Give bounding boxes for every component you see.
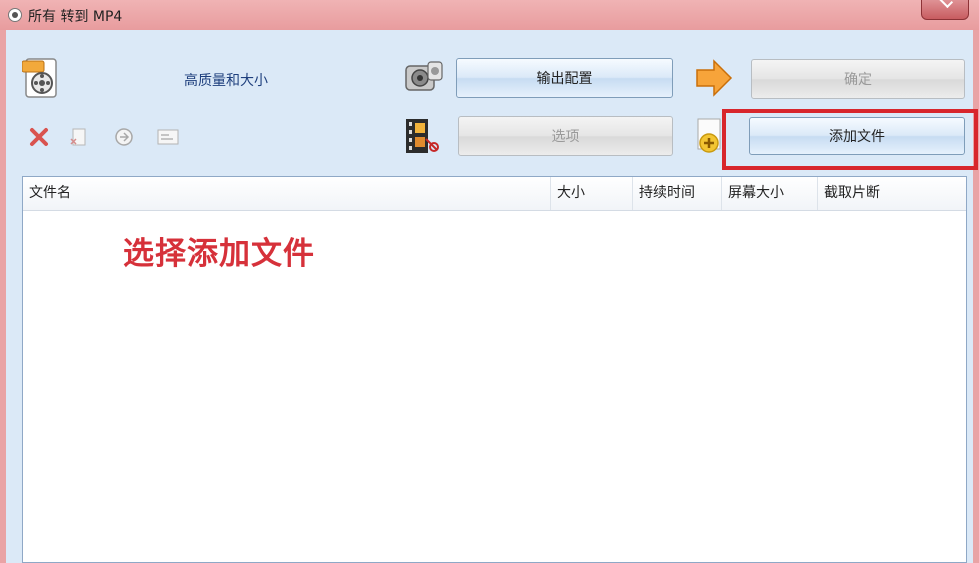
ok-button[interactable]: 确定 bbox=[751, 59, 965, 99]
profile-label[interactable]: 高质量和大小 bbox=[184, 70, 268, 90]
table-header: 文件名 大小 持续时间 屏幕大小 截取片断 bbox=[23, 177, 966, 211]
add-file-highlight bbox=[722, 109, 978, 170]
instruction-annotation: 选择添加文件 bbox=[123, 236, 315, 272]
column-header-duration[interactable]: 持续时间 bbox=[633, 177, 722, 210]
play-preview-icon[interactable] bbox=[113, 126, 135, 148]
close-button[interactable] bbox=[921, 0, 969, 20]
window-titlebar: 所有 转到 MP4 bbox=[0, 0, 979, 30]
arrow-right-icon bbox=[696, 59, 733, 97]
remove-file-icon[interactable] bbox=[69, 127, 89, 147]
delete-icon[interactable] bbox=[29, 127, 49, 147]
column-header-screen-size[interactable]: 屏幕大小 bbox=[722, 177, 818, 210]
column-header-size[interactable]: 大小 bbox=[551, 177, 633, 210]
add-file-icon bbox=[697, 118, 721, 153]
speaker-settings-icon bbox=[405, 61, 443, 91]
film-clip-icon bbox=[406, 119, 439, 153]
window-title: 所有 转到 MP4 bbox=[28, 9, 123, 25]
mp4-format-icon bbox=[22, 58, 57, 98]
column-header-clip-segment[interactable]: 截取片断 bbox=[818, 177, 966, 210]
column-header-filename[interactable]: 文件名 bbox=[23, 177, 551, 210]
options-button[interactable]: 选项 bbox=[458, 116, 673, 156]
app-icon bbox=[8, 8, 22, 22]
media-info-icon[interactable] bbox=[156, 127, 180, 147]
output-config-button[interactable]: 输出配置 bbox=[456, 58, 673, 98]
